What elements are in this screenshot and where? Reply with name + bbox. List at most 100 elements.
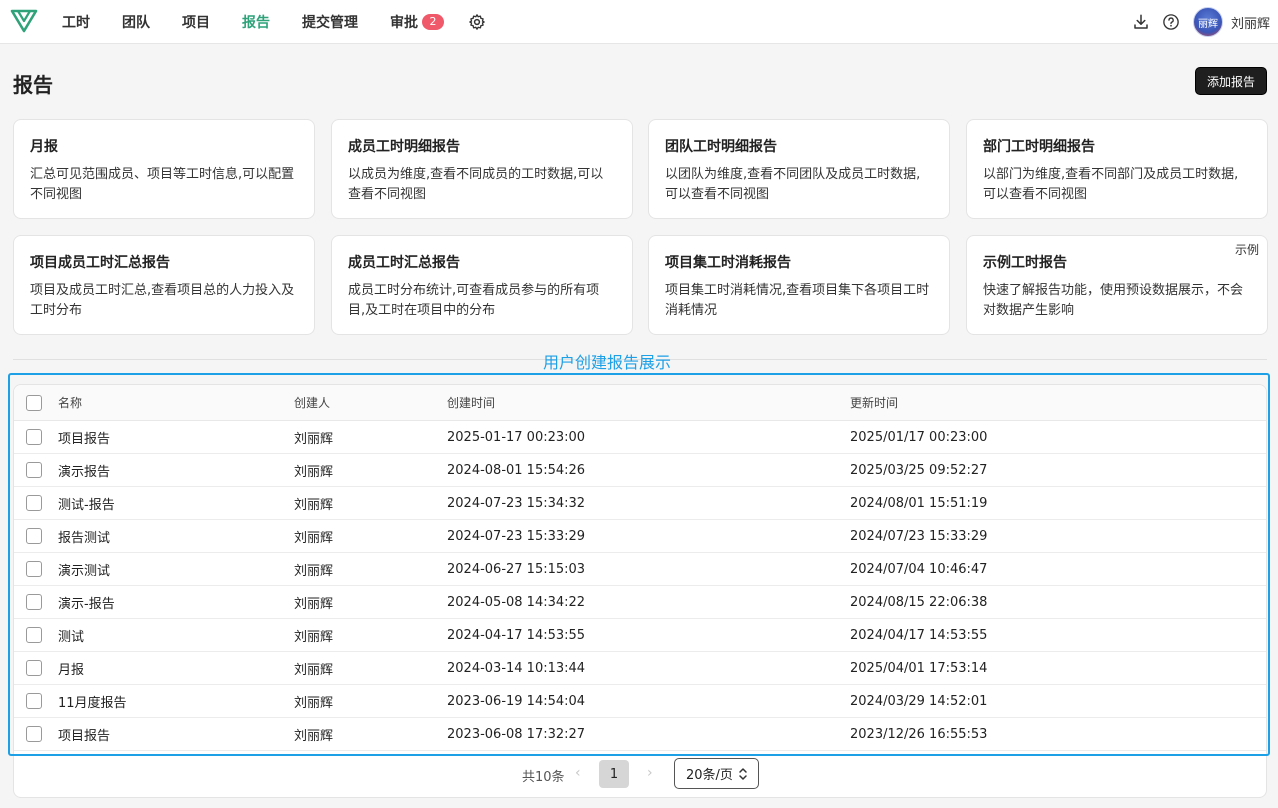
- row-checkbox[interactable]: [26, 429, 42, 445]
- add-report-button[interactable]: 添加报告: [1195, 67, 1267, 95]
- cell-updated: 2025/04/01 17:53:14: [850, 660, 988, 676]
- cell-name[interactable]: 11月度报告: [58, 692, 127, 711]
- table-header: 名称 创建人 创建时间 更新时间: [14, 385, 1266, 421]
- row-checkbox[interactable]: [26, 627, 42, 643]
- card-desc: 以部门为维度,查看不同部门及成员工时数据,可以查看不同视图: [983, 167, 1239, 202]
- card-desc: 项目及成员工时汇总,查看项目总的人力投入及工时分布: [30, 283, 295, 318]
- table-row[interactable]: 测试 刘丽辉 2024-04-17 14:53:55 2024/04/17 14…: [14, 619, 1266, 652]
- select-all-checkbox[interactable]: [26, 394, 42, 411]
- card-desc: 成员工时分布统计,可查看成员参与的所有项目,及工时在项目中的分布: [348, 283, 600, 318]
- cell-name[interactable]: 演示测试: [58, 560, 110, 579]
- cell-created: 2024-05-08 14:34:22: [447, 594, 586, 610]
- table-row[interactable]: 报告测试 刘丽辉 2024-07-23 15:33:29 2024/07/23 …: [14, 520, 1266, 553]
- app-logo-icon[interactable]: [10, 8, 38, 34]
- gear-icon[interactable]: [468, 13, 486, 31]
- table-row[interactable]: 测试-报告 刘丽辉 2024-07-23 15:34:32 2024/08/01…: [14, 487, 1266, 520]
- cell-name[interactable]: 项目报告: [58, 428, 110, 447]
- table-row[interactable]: 演示报告 刘丽辉 2024-08-01 15:54:26 2025/03/25 …: [14, 454, 1266, 487]
- row-checkbox[interactable]: [26, 660, 42, 676]
- cell-updated: 2024/03/29 14:52:01: [850, 693, 988, 709]
- cell-creator: 刘丽辉: [294, 497, 334, 513]
- card-title: 项目集工时消耗报告: [665, 255, 791, 271]
- column-header-creator[interactable]: 创建人: [294, 394, 330, 411]
- card-title: 团队工时明细报告: [665, 139, 777, 155]
- table-row[interactable]: 项目报告 刘丽辉 2023-06-08 17:32:27 2023/12/26 …: [14, 718, 1266, 751]
- username[interactable]: 刘丽辉: [1231, 13, 1270, 32]
- pagination: 共10条 ‹ 1 › 20条/页: [14, 757, 1266, 791]
- nav-item-approval[interactable]: 审批 2: [390, 12, 444, 32]
- row-checkbox[interactable]: [26, 594, 42, 610]
- row-checkbox[interactable]: [26, 693, 42, 709]
- row-checkbox[interactable]: [26, 726, 42, 742]
- nav-item-team[interactable]: 团队: [122, 12, 150, 32]
- card-desc: 以成员为维度,查看不同成员的工时数据,可以查看不同视图: [348, 167, 604, 202]
- nav-item-worktime[interactable]: 工时: [62, 12, 90, 32]
- cell-created: 2024-06-27 15:15:03: [447, 561, 586, 577]
- column-header-updated[interactable]: 更新时间: [850, 394, 898, 411]
- cell-updated: 2024/08/15 22:06:38: [850, 594, 988, 610]
- column-header-name[interactable]: 名称: [58, 394, 82, 411]
- report-card-program-consumption[interactable]: 项目集工时消耗报告 项目集工时消耗情况,查看项目集下各项目工时消耗情况: [648, 235, 950, 335]
- cell-created: 2024-07-23 15:34:32: [447, 495, 586, 511]
- cell-name[interactable]: 测试: [58, 626, 84, 645]
- page-number-button[interactable]: 1: [599, 760, 629, 788]
- cell-name[interactable]: 报告测试: [58, 527, 110, 546]
- card-title: 成员工时明细报告: [348, 139, 460, 155]
- cell-updated: 2024/07/23 15:33:29: [850, 528, 988, 544]
- cell-created: 2023-06-08 17:32:27: [447, 726, 586, 742]
- nav-right: 丽辉 刘丽辉: [1131, 0, 1270, 44]
- report-card-member-summary[interactable]: 成员工时汇总报告 成员工时分布统计,可查看成员参与的所有项目,及工时在项目中的分…: [331, 235, 633, 335]
- cell-updated: 2025/03/25 09:52:27: [850, 462, 988, 478]
- cell-name[interactable]: 项目报告: [58, 725, 110, 744]
- report-card-sample[interactable]: 示例 示例工时报告 快速了解报告功能，使用预设数据展示，不会对数据产生影响: [966, 235, 1268, 335]
- download-icon[interactable]: [1131, 12, 1151, 32]
- cell-updated: 2024/07/04 10:46:47: [850, 561, 988, 577]
- cell-creator: 刘丽辉: [294, 695, 334, 711]
- table-row[interactable]: 11月度报告 刘丽辉 2023-06-19 14:54:04 2024/03/2…: [14, 685, 1266, 718]
- cell-updated: 2025/01/17 00:23:00: [850, 429, 988, 445]
- column-header-created[interactable]: 创建时间: [447, 394, 495, 411]
- help-icon[interactable]: [1161, 12, 1181, 32]
- nav-item-project[interactable]: 项目: [182, 12, 210, 32]
- prev-page-button[interactable]: ‹: [575, 765, 581, 781]
- card-title: 示例工时报告: [983, 255, 1067, 271]
- cell-updated: 2024/08/01 15:51:19: [850, 495, 988, 511]
- card-desc: 以团队为维度,查看不同团队及成员工时数据,可以查看不同视图: [665, 167, 921, 202]
- row-checkbox[interactable]: [26, 561, 42, 577]
- cell-name[interactable]: 测试-报告: [58, 494, 115, 513]
- row-checkbox[interactable]: [26, 495, 42, 511]
- table-row[interactable]: 演示测试 刘丽辉 2024-06-27 15:15:03 2024/07/04 …: [14, 553, 1266, 586]
- report-card-member-detail[interactable]: 成员工时明细报告 以成员为维度,查看不同成员的工时数据,可以查看不同视图: [331, 119, 633, 219]
- row-checkbox[interactable]: [26, 462, 42, 478]
- report-card-team-detail[interactable]: 团队工时明细报告 以团队为维度,查看不同团队及成员工时数据,可以查看不同视图: [648, 119, 950, 219]
- report-card-project-member-summary[interactable]: 项目成员工时汇总报告 项目及成员工时汇总,查看项目总的人力投入及工时分布: [13, 235, 315, 335]
- nav-item-label: 项目: [182, 15, 210, 31]
- page-size-select[interactable]: 20条/页: [674, 758, 759, 789]
- avatar-text: 丽辉: [1197, 18, 1218, 30]
- total-count: 共10条: [522, 770, 565, 785]
- card-desc: 项目集工时消耗情况,查看项目集下各项目工时消耗情况: [665, 283, 930, 318]
- cell-name[interactable]: 演示报告: [58, 461, 110, 480]
- cell-created: 2024-04-17 14:53:55: [447, 627, 586, 643]
- cell-creator: 刘丽辉: [294, 662, 334, 678]
- report-card-monthly[interactable]: 月报 汇总可见范围成员、项目等工时信息,可以配置不同视图: [13, 119, 315, 219]
- nav-item-submission[interactable]: 提交管理: [302, 12, 358, 32]
- table-row[interactable]: 项目报告 刘丽辉 2025-01-17 00:23:00 2025/01/17 …: [14, 421, 1266, 454]
- user-reports-table: 名称 创建人 创建时间 更新时间 项目报告 刘丽辉 2025-01-17 00:…: [13, 384, 1267, 798]
- row-checkbox[interactable]: [26, 528, 42, 544]
- cell-name[interactable]: 演示-报告: [58, 593, 115, 612]
- nav-item-label: 提交管理: [302, 15, 358, 31]
- main-nav: 工时 团队 项目 报告 提交管理 审批 2: [62, 0, 486, 44]
- avatar[interactable]: 丽辉: [1192, 7, 1223, 37]
- next-page-button[interactable]: ›: [647, 765, 653, 781]
- report-card-department-detail[interactable]: 部门工时明细报告 以部门为维度,查看不同部门及成员工时数据,可以查看不同视图: [966, 119, 1268, 219]
- nav-item-label: 工时: [62, 15, 90, 31]
- table-row[interactable]: 演示-报告 刘丽辉 2024-05-08 14:34:22 2024/08/15…: [14, 586, 1266, 619]
- card-title: 部门工时明细报告: [983, 139, 1095, 155]
- cell-creator: 刘丽辉: [294, 728, 334, 744]
- cell-name[interactable]: 月报: [58, 659, 84, 678]
- table-row[interactable]: 月报 刘丽辉 2024-03-14 10:13:44 2025/04/01 17…: [14, 652, 1266, 685]
- nav-item-label: 审批: [390, 15, 418, 31]
- sample-tag: 示例: [1234, 243, 1259, 257]
- nav-item-report[interactable]: 报告: [242, 12, 270, 32]
